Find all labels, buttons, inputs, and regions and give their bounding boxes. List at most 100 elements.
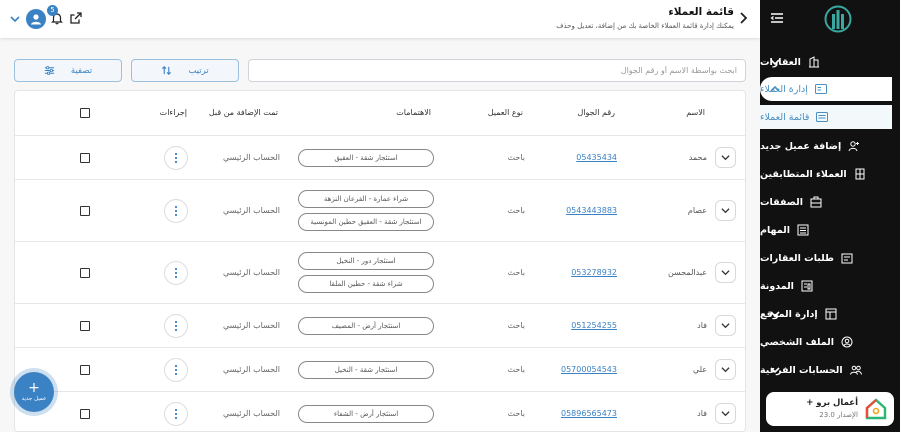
notification-badge: 5	[47, 5, 58, 16]
header-interests: الاهتمامات	[396, 108, 431, 117]
fab-label: عميل جديد	[21, 396, 47, 402]
client-name: محمد	[688, 153, 707, 162]
sidebar-item-deals[interactable]: الصفقات	[760, 190, 900, 214]
client-type: باحث	[507, 206, 525, 215]
house-logo-icon	[865, 398, 887, 420]
sidebar-item-label: الصفقات	[760, 196, 803, 208]
client-name: فاد	[697, 321, 707, 330]
client-phone-link[interactable]: 05700054543	[561, 365, 617, 374]
client-type: باحث	[507, 153, 525, 162]
plan-card[interactable]: أعمال برو + الإصدار 23.0	[766, 392, 894, 426]
user-icon	[31, 14, 41, 25]
select-all-checkbox[interactable]	[80, 108, 90, 118]
row-checkbox[interactable]	[80, 365, 90, 375]
expand-row-button[interactable]	[715, 262, 736, 283]
collapse-menu-icon[interactable]	[770, 12, 784, 24]
chevron-right-icon[interactable]	[738, 12, 748, 24]
search-input[interactable]	[248, 59, 746, 82]
matching-icon	[855, 168, 865, 180]
added-by: الحساب الرئيسي	[223, 268, 280, 277]
more-vertical-icon	[174, 408, 178, 420]
expand-row-button[interactable]	[715, 315, 736, 336]
client-name: فاد	[697, 409, 707, 418]
table-row: عبدالمحسن 053278932 باحث استئجار دور - ا…	[15, 241, 745, 303]
row-checkbox[interactable]	[80, 153, 90, 163]
sidebar-item-label: العقارات	[760, 56, 801, 68]
sidebar-item-label: إدارة العملاء	[760, 83, 808, 95]
interest-chip: استئجار أرض - الشفاء	[298, 405, 434, 423]
filter-button[interactable]: تصفية	[14, 59, 122, 82]
page-subtitle: يمكنك إدارة قائمة العملاء الخاصة بك من إ…	[556, 22, 734, 30]
chevron-down-icon	[770, 367, 780, 374]
chevron-up-icon	[770, 85, 780, 92]
expand-row-button[interactable]	[715, 147, 736, 168]
more-vertical-icon	[174, 152, 178, 164]
row-actions-button[interactable]	[164, 402, 188, 426]
chevron-down-icon	[770, 311, 780, 318]
header-client-type: نوع العميل	[487, 108, 523, 117]
row-checkbox[interactable]	[80, 268, 90, 278]
user-plus-icon	[848, 141, 860, 152]
sidebar-item-client-list[interactable]: قائمة العملاء	[760, 105, 892, 129]
sidebar-item-matching-clients[interactable]: العملاء المتطابقين	[760, 162, 900, 186]
list-card-icon	[816, 112, 829, 122]
added-by: الحساب الرئيسي	[223, 206, 280, 215]
added-by: الحساب الرئيسي	[223, 153, 280, 162]
client-phone-link[interactable]: 05896565473	[561, 409, 617, 418]
row-actions-button[interactable]	[164, 261, 188, 285]
table-row: فاد 051254255 باحث استئجار أرض - المصيف …	[15, 303, 745, 347]
external-link-icon[interactable]	[69, 11, 83, 25]
sort-button[interactable]: ترتيب	[131, 59, 239, 82]
blog-icon	[801, 280, 813, 292]
filter-label: تصفية	[70, 65, 93, 76]
sidebar-item-sub-accounts[interactable]: الحسابات الفرعية	[760, 358, 900, 382]
sidebar-item-property-requests[interactable]: طلبات العقارات	[760, 246, 900, 270]
interest-chip: شراء عمارة - القرعان النزهة	[298, 190, 434, 208]
sidebar-item-site-management[interactable]: إدارة الموقع	[760, 302, 900, 326]
sidebar-item-profile[interactable]: الملف الشخصي	[760, 330, 900, 354]
chevron-down-icon[interactable]	[10, 14, 20, 24]
header-added-by: تمت الإضافة من قبل	[208, 108, 278, 117]
expand-row-button[interactable]	[715, 200, 736, 221]
row-checkbox[interactable]	[80, 409, 90, 419]
users-icon	[849, 365, 862, 375]
row-actions-button[interactable]	[164, 146, 188, 170]
sidebar-item-label: المهام	[760, 224, 790, 236]
requests-icon	[841, 253, 853, 264]
expand-row-button[interactable]	[715, 403, 736, 424]
sidebar-item-add-client[interactable]: إضافة عميل جديد	[760, 134, 900, 158]
sidebar-item-client-management[interactable]: إدارة العملاء	[760, 77, 892, 101]
row-actions-button[interactable]	[164, 314, 188, 338]
row-actions-button[interactable]	[164, 199, 188, 223]
row-checkbox[interactable]	[80, 206, 90, 216]
added-by: الحساب الرئيسي	[223, 365, 280, 374]
sidebar-item-label: إضافة عميل جديد	[760, 140, 842, 152]
client-phone-link[interactable]: 0543443883	[566, 206, 617, 215]
client-phone-link[interactable]: 051254255	[571, 321, 617, 330]
add-client-fab[interactable]: + عميل جديد	[14, 372, 54, 412]
avatar[interactable]	[26, 9, 46, 29]
sidebar-item-label: المدونة	[760, 280, 794, 292]
row-checkbox[interactable]	[80, 321, 90, 331]
expand-row-button[interactable]	[715, 359, 736, 380]
sidebar-item-blog[interactable]: المدونة	[760, 274, 900, 298]
chevron-down-icon	[721, 367, 730, 373]
header-name: الاسم	[686, 108, 705, 117]
sidebar-item-tasks[interactable]: المهام	[760, 218, 900, 242]
interest-chip: استئجار شقة - العقيق حطين المونسية	[298, 213, 434, 231]
added-by: الحساب الرئيسي	[223, 409, 280, 418]
sidebar-header	[760, 0, 900, 38]
sort-label: ترتيب	[188, 65, 209, 76]
client-phone-link[interactable]: 053278932	[571, 268, 617, 277]
chevron-down-icon	[721, 208, 730, 214]
more-vertical-icon	[174, 267, 178, 279]
more-vertical-icon	[174, 364, 178, 376]
id-card-icon	[814, 84, 827, 94]
deals-icon	[810, 196, 822, 208]
sidebar-item-label: إدارة الموقع	[760, 308, 818, 320]
page-title: قائمة العملاء	[668, 6, 734, 18]
clients-table: الاسم رقم الجوال نوع العميل الاهتمامات ت…	[14, 90, 746, 432]
sidebar-item-properties[interactable]: العقارات	[760, 50, 900, 74]
client-phone-link[interactable]: 05435434	[576, 153, 617, 162]
row-actions-button[interactable]	[164, 358, 188, 382]
